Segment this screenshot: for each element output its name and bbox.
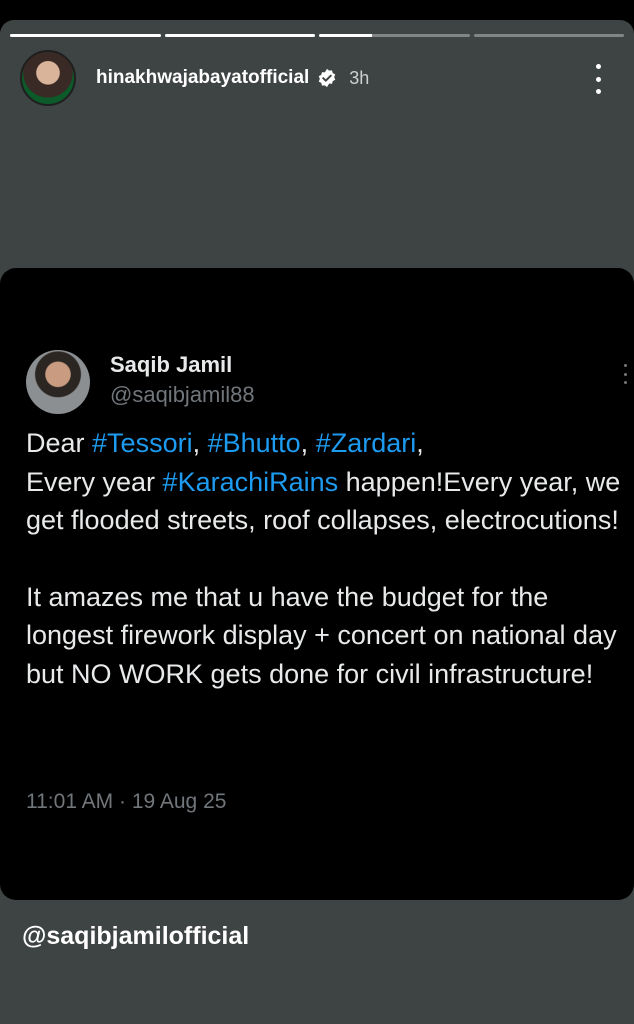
progress-segment [473,34,624,37]
tweet-more-icon [622,364,628,384]
tweet-display-name: Saqib Jamil [110,352,233,377]
tweet-text-segment: Every year [26,466,163,497]
more-vertical-icon[interactable] [588,64,608,94]
tweet-card[interactable]: Saqib Jamil @saqibjamil88 Dear #Tessori,… [0,268,634,900]
story-username[interactable]: hinakhwajabayatofficial [96,67,309,89]
tweet-paragraph-1: Dear #Tessori, #Bhutto, #Zardari, Every y… [26,424,622,540]
story-time-ago: 3h [349,67,370,88]
tweet-author-avatar [26,350,90,414]
story-viewer: hinakhwajabayatofficial 3h Saqib Jamil @… [0,20,634,1024]
progress-segment [10,34,161,37]
verified-badge-icon [319,68,336,88]
tweet-text: Dear #Tessori, #Bhutto, #Zardari, Every y… [26,424,622,693]
tweet-text-segment: , [416,428,424,458]
tweet-text-segment: Dear [26,428,93,458]
tweet-text-segment: , [192,428,208,458]
hashtag-link: #KarachiRains [162,466,339,497]
tweet-handle: @saqibjamil88 [110,382,255,407]
tweet-paragraph-2: It amazes me that u have the budget for … [26,581,617,689]
story-mention-caption[interactable]: @saqibjamilofficial [22,922,249,951]
story-header: hinakhwajabayatofficial 3h [20,50,614,106]
tweet-timestamp: 11:01 AM · 19 Aug 25 [26,790,227,813]
progress-segment [164,34,315,37]
hashtag-link: #Zardari [315,428,417,458]
story-progress-bar [10,34,624,37]
tweet-text-segment: , [300,428,316,458]
hashtag-link: #Bhutto [207,428,301,458]
profile-avatar[interactable] [20,50,76,106]
progress-segment [319,34,470,37]
hashtag-link: #Tessori [92,428,193,458]
